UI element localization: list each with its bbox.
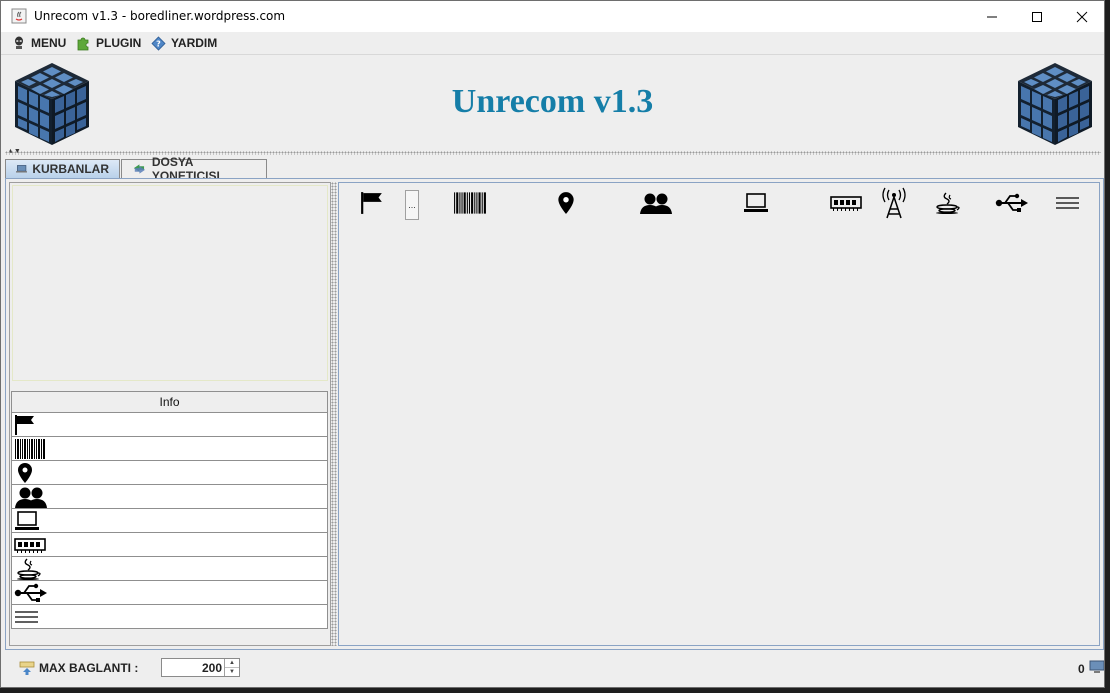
menu-item-plugin[interactable]: PLUGIN	[76, 35, 141, 51]
info-row-user[interactable]	[12, 485, 327, 509]
column-header-location[interactable]	[549, 188, 583, 218]
java-icon	[17, 558, 41, 580]
usb-icon	[995, 193, 1028, 212]
max-connection-label: MAX BAGLANTI :	[19, 660, 138, 676]
info-row-other[interactable]	[12, 605, 327, 629]
info-row-id[interactable]	[12, 437, 327, 461]
antenna-icon	[882, 187, 906, 219]
minimize-button[interactable]	[969, 1, 1015, 32]
menu-label: MENU	[31, 36, 67, 50]
ram-icon	[830, 196, 862, 211]
info-row-os[interactable]	[12, 509, 327, 533]
connected-monitor-icon	[1089, 660, 1104, 673]
victim-details-panel: Info	[9, 182, 331, 646]
rubiks-cube-logo	[1018, 63, 1092, 145]
max-connection-spinner[interactable]: 200 ▲ ▼	[161, 658, 240, 677]
vertical-splitter[interactable]	[331, 182, 337, 646]
app-heading-title: Unrecom v1.3	[451, 83, 654, 120]
victim-list-table: ...	[338, 182, 1100, 646]
flag-icon	[361, 192, 382, 214]
max-label-text: MAX BAGLANTI :	[39, 661, 139, 675]
barcode-icon	[15, 439, 45, 459]
info-row-ram[interactable]	[12, 533, 327, 557]
laptop-icon	[15, 511, 39, 530]
column-header-ping[interactable]	[877, 187, 911, 219]
title-bar: Unrecom v1.3 - boredliner.wordpress.com	[1, 1, 1104, 32]
flag-icon	[15, 415, 34, 435]
info-row-country[interactable]	[12, 413, 327, 437]
column-header-java[interactable]	[931, 188, 965, 218]
screen-preview-area	[12, 185, 328, 381]
menu-item-menu[interactable]: MENU	[12, 35, 66, 51]
laptop-icon	[744, 193, 768, 212]
menu-lines-icon	[15, 611, 38, 623]
users-icon	[640, 193, 672, 214]
ram-icon	[14, 538, 46, 553]
info-row-usb[interactable]	[12, 581, 327, 605]
menu-item-yardim[interactable]: ? YARDIM	[151, 35, 217, 51]
monitor-icon	[16, 165, 28, 173]
svg-text:?: ?	[156, 39, 161, 48]
column-header-country[interactable]	[355, 188, 389, 218]
kurbanlar-panel: Info ...	[5, 178, 1104, 650]
column-header-os[interactable]	[739, 188, 773, 218]
spinner-down-button[interactable]: ▼	[225, 668, 239, 676]
app-header: Unrecom v1.3	[1, 55, 1104, 153]
spinner-buttons: ▲ ▼	[224, 659, 239, 676]
status-bar: MAX BAGLANTI : 200 ▲ ▼ 0	[1, 651, 1104, 687]
puzzle-icon	[77, 37, 89, 50]
users-icon	[15, 487, 47, 508]
info-row-location[interactable]	[12, 461, 327, 485]
max-connection-value[interactable]: 200	[202, 661, 222, 675]
spinner-up-button[interactable]: ▲	[225, 659, 239, 668]
java-app-icon	[11, 8, 27, 24]
alien-icon	[15, 36, 23, 49]
app-window: Unrecom v1.3 - boredliner.wordpress.com …	[0, 0, 1105, 688]
info-table: Info	[11, 391, 328, 629]
close-icon	[1076, 11, 1088, 22]
location-pin-icon	[18, 463, 32, 483]
tab-dosya-yoneticisi[interactable]: DOSYA YONETICISI	[121, 155, 267, 183]
column-header-id[interactable]	[453, 188, 487, 218]
folder-transfer-icon	[133, 164, 145, 174]
usb-icon	[14, 583, 47, 602]
network-upload-icon	[19, 661, 35, 675]
window-title: Unrecom v1.3 - boredliner.wordpress.com	[34, 9, 286, 23]
tab-label: KURBANLAR	[32, 162, 109, 176]
minimize-icon	[987, 16, 997, 17]
menu-bar: MENU PLUGIN ? YARDIM	[1, 32, 1104, 55]
menu-label: YARDIM	[171, 36, 218, 50]
tab-kurbanlar[interactable]: KURBANLAR	[5, 159, 120, 178]
info-row-java[interactable]	[12, 557, 327, 581]
connection-count: 0	[1078, 662, 1085, 676]
column-options-button[interactable]: ...	[405, 190, 419, 220]
column-header-usb[interactable]	[995, 188, 1029, 218]
maximize-button[interactable]	[1014, 1, 1060, 32]
menu-label: PLUGIN	[96, 36, 142, 50]
close-button[interactable]	[1059, 1, 1104, 32]
help-diamond-icon: ?	[151, 35, 166, 51]
location-pin-icon	[558, 192, 574, 214]
column-header-ram[interactable]	[829, 188, 863, 218]
barcode-icon	[454, 192, 486, 214]
column-header-user[interactable]	[639, 188, 673, 218]
menu-lines-icon	[1056, 197, 1079, 209]
ellipsis-label: ...	[408, 200, 416, 210]
maximize-icon	[1032, 11, 1042, 22]
column-header-other[interactable]	[1051, 188, 1085, 218]
info-table-header: Info	[12, 392, 327, 413]
java-icon	[936, 192, 960, 214]
